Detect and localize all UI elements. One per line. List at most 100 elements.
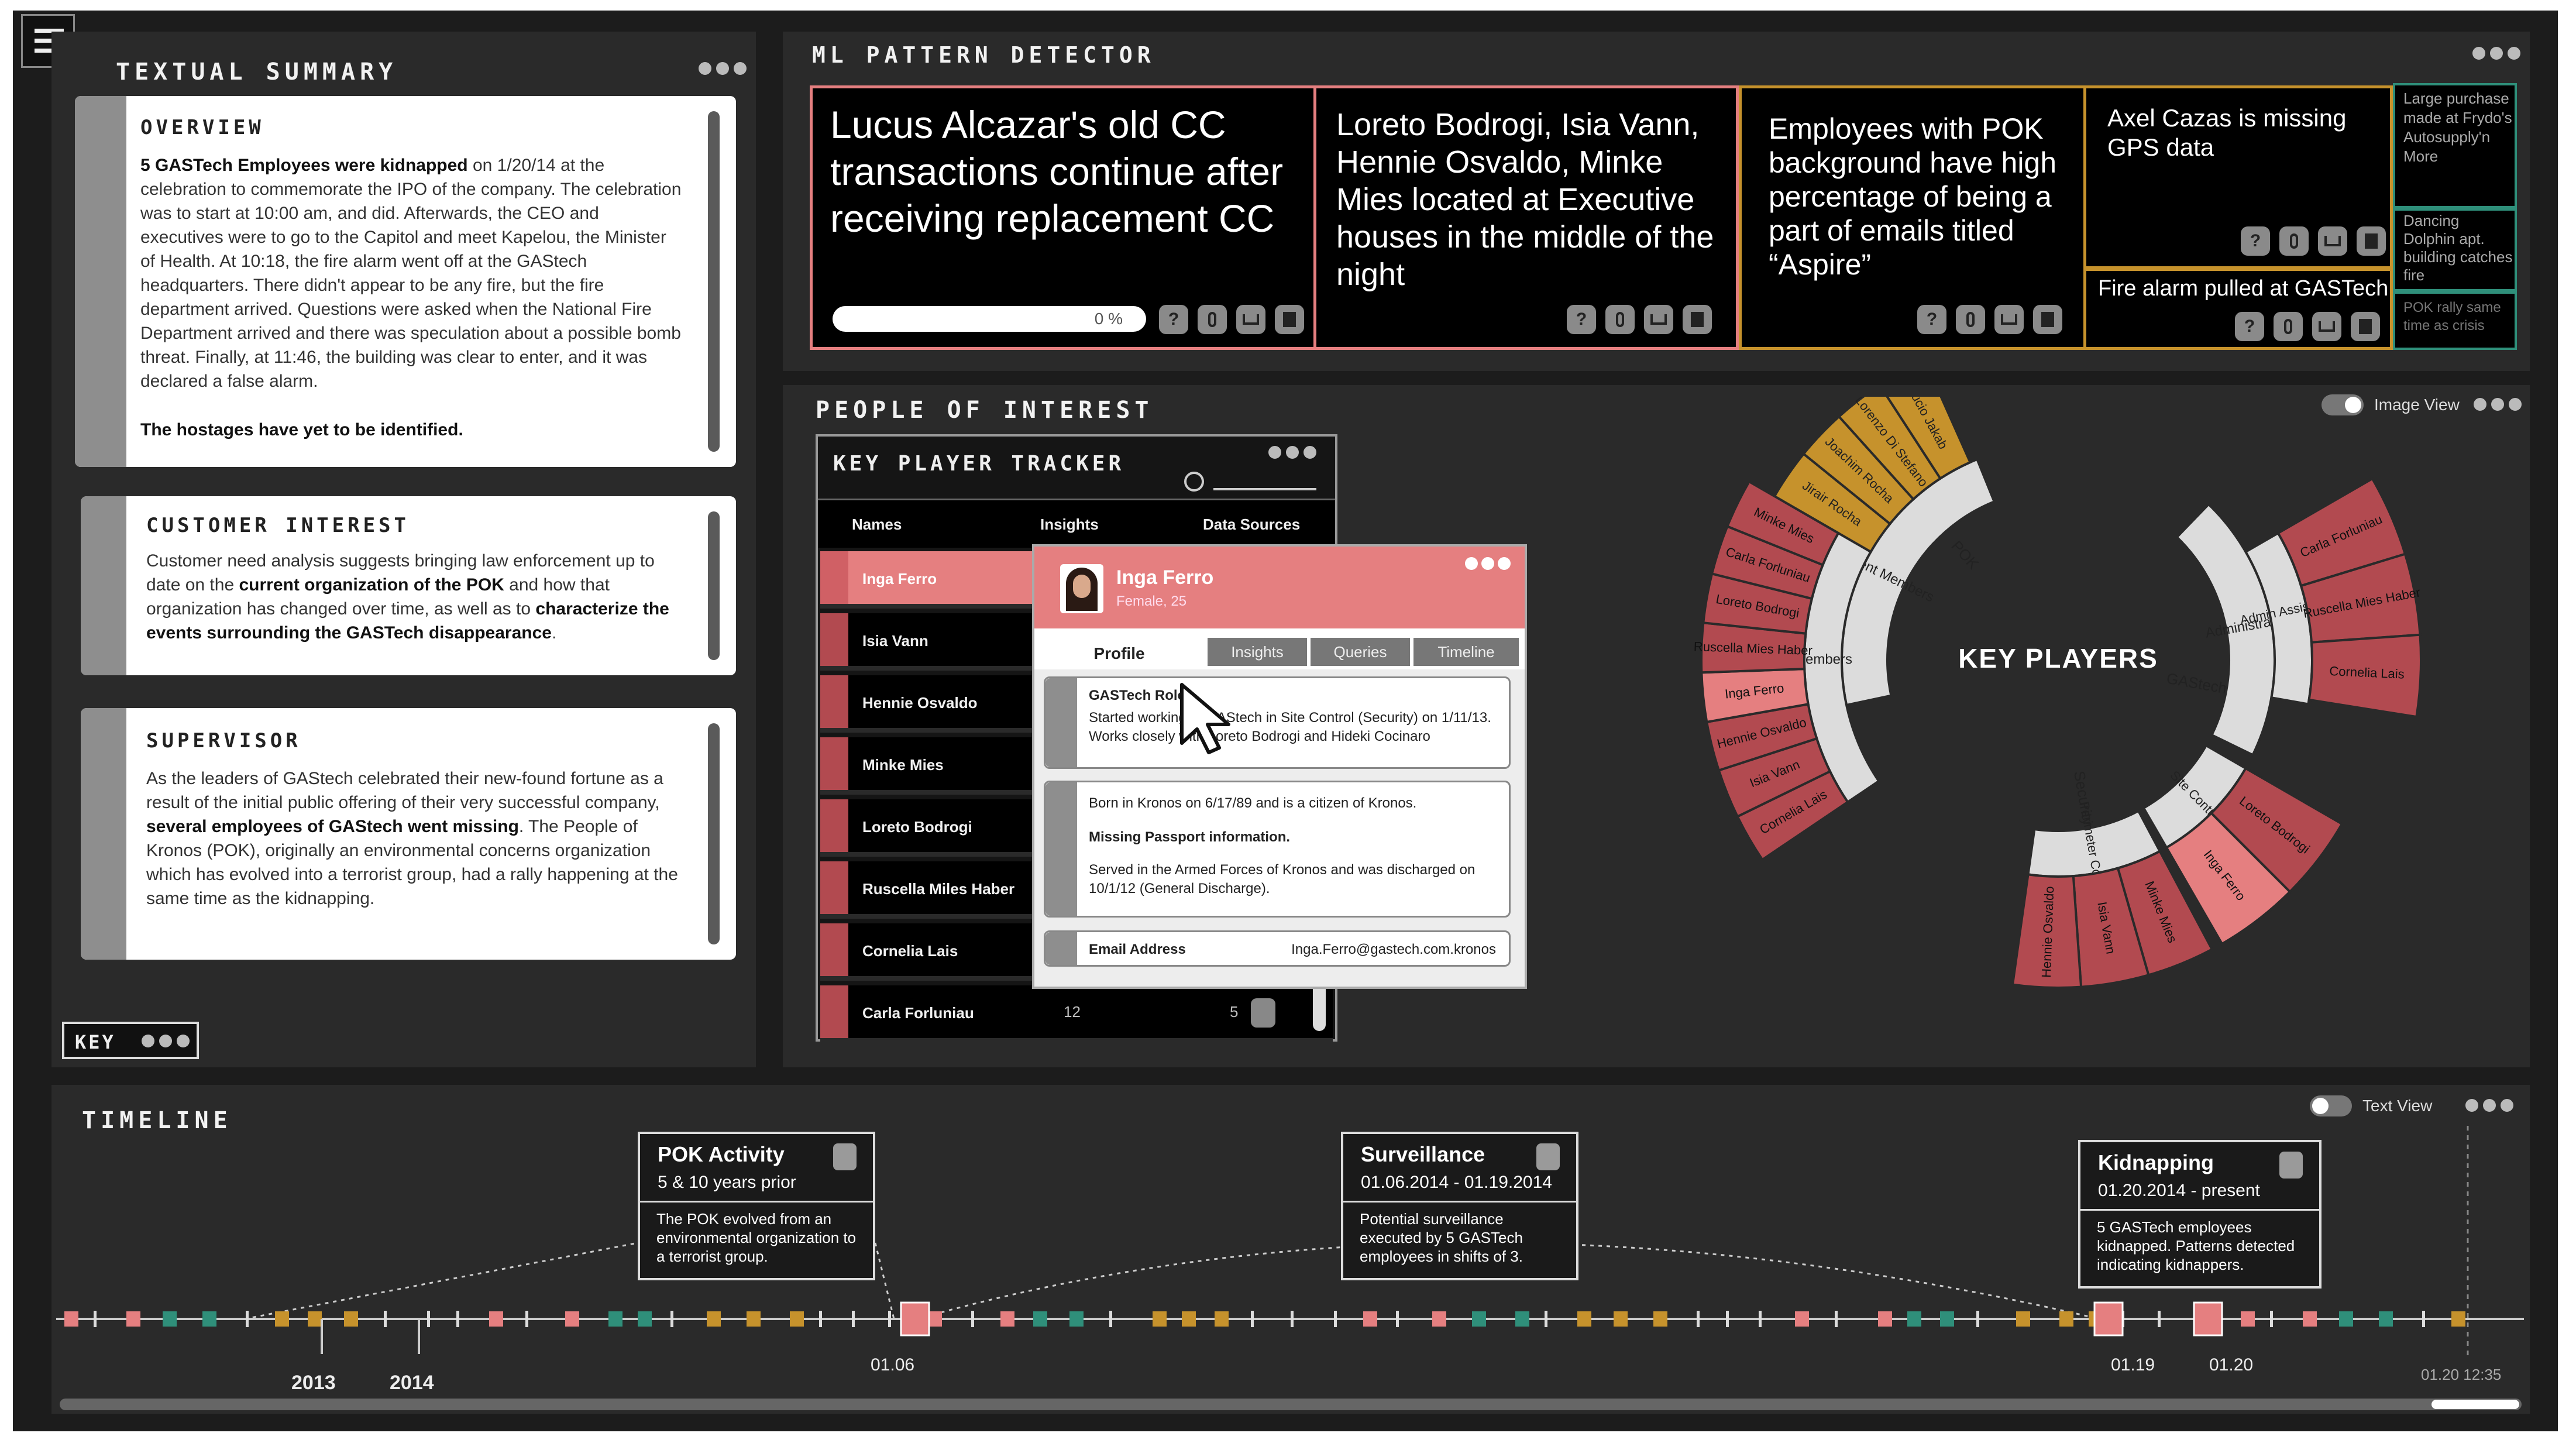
search-icon[interactable]: [1184, 472, 1204, 492]
row-attach-button[interactable]: [1251, 998, 1275, 1028]
attach-button[interactable]: [2279, 226, 2309, 256]
archive-button[interactable]: [1994, 305, 2024, 334]
highlight-marker[interactable]: [900, 1301, 930, 1337]
tab-insights[interactable]: Insights: [1208, 638, 1307, 666]
col-insights[interactable]: Insights: [1040, 516, 1099, 534]
timeline-event-marker[interactable]: [1033, 1311, 1047, 1327]
timeline-event-marker[interactable]: [790, 1311, 804, 1327]
timeline-event-marker[interactable]: [565, 1311, 579, 1327]
paperclip-icon[interactable]: [1536, 1143, 1560, 1170]
timeline-tick[interactable]: [1759, 1311, 1762, 1327]
timeline-event-marker[interactable]: [2059, 1311, 2073, 1327]
tab-timeline[interactable]: Timeline: [1413, 638, 1519, 666]
panel-menu-dots[interactable]: [2472, 47, 2520, 60]
highlight-marker[interactable]: [2193, 1301, 2223, 1337]
delete-button[interactable]: [2033, 305, 2062, 334]
timeline-tick[interactable]: [94, 1311, 97, 1327]
event-surveillance[interactable]: Surveillance 01.06.2014 - 01.19.2014 Pot…: [1341, 1132, 1578, 1280]
timeline-tick[interactable]: [670, 1311, 673, 1327]
timeline-event-marker[interactable]: [1472, 1311, 1486, 1327]
pattern-mini-2[interactable]: Dancing Dolphin apt. building catches fi…: [2393, 208, 2517, 291]
archive-button[interactable]: [1236, 305, 1265, 334]
timeline-event-marker[interactable]: [64, 1311, 78, 1327]
timeline-tick[interactable]: [1976, 1311, 1979, 1327]
timeline-tick[interactable]: [852, 1311, 855, 1327]
timeline-event-marker[interactable]: [707, 1311, 721, 1327]
scrollbar[interactable]: [708, 511, 720, 660]
timeline-event-marker[interactable]: [1940, 1311, 1954, 1327]
timeline-event-marker[interactable]: [1577, 1311, 1591, 1327]
timeline-tick[interactable]: [1291, 1311, 1294, 1327]
timeline-event-marker[interactable]: [2451, 1311, 2465, 1327]
pattern-card-5[interactable]: Fire alarm pulled at GASTech ?: [2086, 268, 2393, 350]
pattern-card-3[interactable]: Employees with POK background have high …: [1739, 85, 2086, 350]
paperclip-icon[interactable]: [833, 1143, 857, 1170]
timeline-event-marker[interactable]: [1432, 1311, 1446, 1327]
timeline-tick[interactable]: [1835, 1311, 1838, 1327]
help-button[interactable]: ?: [1567, 305, 1596, 334]
archive-button[interactable]: [1644, 305, 1673, 334]
timeline-event-marker[interactable]: [1515, 1311, 1529, 1327]
timeline-event-marker[interactable]: [308, 1311, 322, 1327]
timeline-event-marker[interactable]: [1878, 1311, 1892, 1327]
pattern-mini-1[interactable]: Large purchase made at Frydo's Autosuppl…: [2393, 83, 2517, 208]
timeline-event-marker[interactable]: [2016, 1311, 2030, 1327]
timeline-event-marker[interactable]: [1069, 1311, 1084, 1327]
timeline-tick[interactable]: [1697, 1311, 1700, 1327]
search-input[interactable]: [1213, 488, 1316, 490]
panel-menu-dots[interactable]: [699, 62, 747, 75]
timeline-tick[interactable]: [819, 1311, 822, 1327]
archive-button[interactable]: [2312, 312, 2341, 341]
timeline-tick[interactable]: [246, 1311, 249, 1327]
timeline-event-marker[interactable]: [1182, 1311, 1196, 1327]
minimize-icon[interactable]: [1481, 557, 1494, 570]
timeline-tick[interactable]: [971, 1311, 974, 1327]
timeline-tick[interactable]: [384, 1311, 387, 1327]
pattern-card-4[interactable]: Axel Cazas is missing GPS data ?: [2086, 85, 2393, 269]
timeline-event-marker[interactable]: [1215, 1311, 1229, 1327]
timeline-tick[interactable]: [1545, 1311, 1547, 1327]
timeline-tick[interactable]: [1109, 1311, 1112, 1327]
timeline-tick[interactable]: [456, 1311, 459, 1327]
timeline-event-marker[interactable]: [747, 1311, 761, 1327]
timeline-event-marker[interactable]: [1363, 1311, 1377, 1327]
scrollbar[interactable]: [708, 723, 720, 944]
attach-button[interactable]: [1956, 305, 1985, 334]
timeline-tick[interactable]: [1726, 1311, 1729, 1327]
timeline-event-marker[interactable]: [202, 1311, 216, 1327]
delete-button[interactable]: [1275, 305, 1304, 334]
timeline-event-marker[interactable]: [2303, 1311, 2317, 1327]
col-data-sources[interactable]: Data Sources: [1203, 516, 1300, 534]
event-kidnapping[interactable]: Kidnapping 01.20.2014 - present 5 GASTec…: [2078, 1140, 2322, 1289]
col-names[interactable]: Names: [852, 516, 902, 534]
help-button[interactable]: ?: [1917, 305, 1946, 334]
pattern-card-2[interactable]: Loreto Bodrogi, Isia Vann, Hennie Osvald…: [1316, 85, 1739, 350]
pattern-mini-3[interactable]: POK rally same time as crisis: [2393, 291, 2517, 350]
help-button[interactable]: ?: [2241, 226, 2270, 256]
scrollbar[interactable]: [708, 111, 720, 452]
tab-profile[interactable]: Profile: [1034, 638, 1204, 669]
timeline-event-marker[interactable]: [1653, 1311, 1667, 1327]
timeline-tick[interactable]: [525, 1311, 528, 1327]
timeline-event-marker[interactable]: [126, 1311, 140, 1327]
timeline-tick[interactable]: [888, 1311, 891, 1327]
timeline-event-marker[interactable]: [1907, 1311, 1921, 1327]
paperclip-icon[interactable]: [2279, 1152, 2303, 1179]
timeline-event-marker[interactable]: [1614, 1311, 1628, 1327]
timeline-tick[interactable]: [2158, 1311, 2161, 1327]
attach-button[interactable]: [2274, 312, 2303, 341]
timeline-event-marker[interactable]: [928, 1311, 942, 1327]
timeline-event-marker[interactable]: [163, 1311, 177, 1327]
timeline-event-marker[interactable]: [489, 1311, 503, 1327]
timeline-tick[interactable]: [1251, 1311, 1254, 1327]
timeline-event-marker[interactable]: [608, 1311, 622, 1327]
timeline-tick[interactable]: [427, 1311, 430, 1327]
tracker-row[interactable]: Carla Forluniau 12 5: [820, 985, 1333, 1043]
archive-button[interactable]: [2318, 226, 2347, 256]
timeline-event-marker[interactable]: [1795, 1311, 1809, 1327]
delete-button[interactable]: [2357, 226, 2386, 256]
timeline-tick[interactable]: [2422, 1311, 2425, 1327]
window-controls[interactable]: [1465, 557, 1511, 570]
timeline-event-marker[interactable]: [2339, 1311, 2353, 1327]
timeline-event-marker[interactable]: [1000, 1311, 1014, 1327]
